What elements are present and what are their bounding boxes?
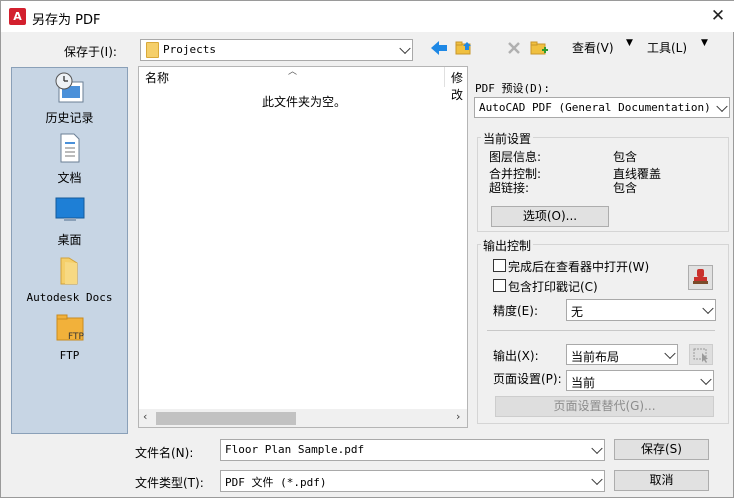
column-header-name[interactable]: 名称 (145, 69, 169, 86)
precision-value: 无 (571, 305, 584, 319)
page-setup-label: 页面设置(P): (493, 372, 562, 386)
include-stamp-label[interactable]: 包含打印戳记(C) (508, 278, 598, 295)
layer-info-value: 包含 (613, 150, 638, 164)
column-divider (444, 67, 445, 87)
autocad-app-icon: A (9, 8, 26, 25)
place-label: Autodesk Docs (26, 291, 113, 304)
view-menu[interactable]: 查看(V) (572, 39, 614, 56)
plot-stamp-settings-button[interactable] (688, 265, 713, 290)
select-layouts-icon (693, 348, 708, 363)
filetype-value: PDF 文件 (*.pdf) (225, 476, 327, 489)
precision-combo[interactable]: 无 (566, 299, 716, 321)
filename-value: Floor Plan Sample.pdf (225, 443, 365, 456)
window-title: 另存为 PDF (32, 13, 101, 28)
hyperlinks-key: 超链接: (489, 181, 530, 195)
document-icon (60, 133, 79, 163)
save-in-label: 保存于(I): (64, 45, 117, 59)
pdf-preset-combo[interactable]: AutoCAD PDF (General Documentation) (474, 97, 730, 118)
place-history[interactable]: 历史记录 (12, 72, 127, 130)
tools-menu[interactable]: 工具(L) (647, 39, 687, 56)
svg-text:FTP: FTP (68, 332, 85, 342)
tools-dropdown-icon[interactable]: ▼ (701, 38, 708, 48)
chevron-down-icon (591, 442, 603, 455)
desktop-icon (55, 197, 84, 221)
places-sidebar: 历史记录 文档 桌面 Autodesk Docs FTP FTP (11, 67, 128, 434)
scroll-right-icon[interactable]: › (456, 410, 460, 423)
scroll-left-icon[interactable]: ‹ (143, 410, 147, 423)
cancel-button[interactable]: 取消 (614, 470, 709, 491)
merge-control-key: 合并控制: (489, 167, 542, 181)
hyperlinks-value: 包含 (613, 181, 638, 195)
folder-icon (60, 257, 77, 285)
folder-icon (146, 42, 159, 58)
filename-label: 文件名(N): (135, 446, 194, 460)
place-label: FTP (59, 349, 80, 362)
layer-info-key: 图层信息: (489, 150, 542, 164)
page-setup-value: 当前 (571, 376, 596, 390)
stamp-icon (693, 269, 708, 284)
separator (487, 330, 715, 331)
title-bar: A 另存为 PDF ✕ (1, 1, 734, 32)
chevron-down-icon (664, 347, 676, 359)
sort-up-icon: ︿ (288, 67, 298, 77)
save-in-combo[interactable]: Projects (140, 39, 413, 61)
open-in-viewer-label[interactable]: 完成后在查看器中打开(W) (508, 258, 649, 275)
chevron-down-icon (702, 302, 714, 315)
save-as-pdf-dialog: A 另存为 PDF ✕ 保存于(I): Projects 查看(V) ▼ 工具(… (0, 0, 734, 498)
delete-icon[interactable] (506, 40, 522, 56)
pdf-preset-value: AutoCAD PDF (General Documentation) (479, 101, 711, 114)
merge-control-value: 直线覆盖 (613, 167, 662, 181)
select-layouts-button[interactable] (689, 344, 713, 365)
chevron-down-icon (591, 473, 603, 486)
place-desktop[interactable]: 桌面 (12, 194, 127, 252)
filename-input[interactable]: Floor Plan Sample.pdf (220, 439, 605, 461)
save-button[interactable]: 保存(S) (614, 439, 709, 460)
page-setup-override-button[interactable]: 页面设置替代(G)... (495, 396, 714, 417)
output-value: 当前布局 (571, 350, 620, 364)
filetype-combo[interactable]: PDF 文件 (*.pdf) (220, 470, 605, 492)
history-icon (55, 72, 83, 103)
view-dropdown-icon[interactable]: ▼ (626, 38, 633, 48)
place-ftp[interactable]: FTP FTP (12, 312, 127, 370)
place-label: 桌面 (57, 233, 82, 247)
up-folder-icon[interactable] (454, 38, 474, 58)
chevron-down-icon (700, 373, 712, 385)
close-icon[interactable]: ✕ (706, 5, 730, 27)
options-button[interactable]: 选项(O)... (491, 206, 609, 227)
back-arrow-icon[interactable] (429, 39, 449, 57)
place-label: 文档 (57, 171, 82, 185)
filetype-label: 文件类型(T): (135, 476, 204, 490)
save-in-value: Projects (163, 43, 216, 56)
empty-folder-message: 此文件夹为空。 (261, 95, 346, 109)
new-folder-icon[interactable] (529, 38, 549, 58)
current-settings-title: 当前设置 (481, 130, 534, 147)
output-control-title: 输出控制 (481, 237, 534, 254)
ftp-folder-icon: FTP (56, 314, 85, 342)
scrollbar-thumb[interactable] (156, 412, 296, 425)
file-list[interactable]: 名称 ︿ 修改 此文件夹为空。 (138, 66, 468, 428)
include-stamp-checkbox[interactable] (493, 279, 506, 292)
open-in-viewer-checkbox[interactable] (493, 259, 506, 272)
chevron-down-icon (399, 42, 411, 55)
page-setup-combo[interactable]: 当前 (566, 370, 714, 391)
chevron-down-icon (716, 100, 728, 112)
place-documents[interactable]: 文档 (12, 132, 127, 190)
output-label: 输出(X): (493, 349, 539, 363)
place-label: 历史记录 (45, 111, 94, 125)
pdf-preset-label: PDF 预设(D): (475, 82, 550, 95)
precision-label: 精度(E): (493, 304, 538, 318)
place-autodesk-docs[interactable]: Autodesk Docs (12, 254, 127, 312)
output-combo[interactable]: 当前布局 (566, 344, 678, 365)
